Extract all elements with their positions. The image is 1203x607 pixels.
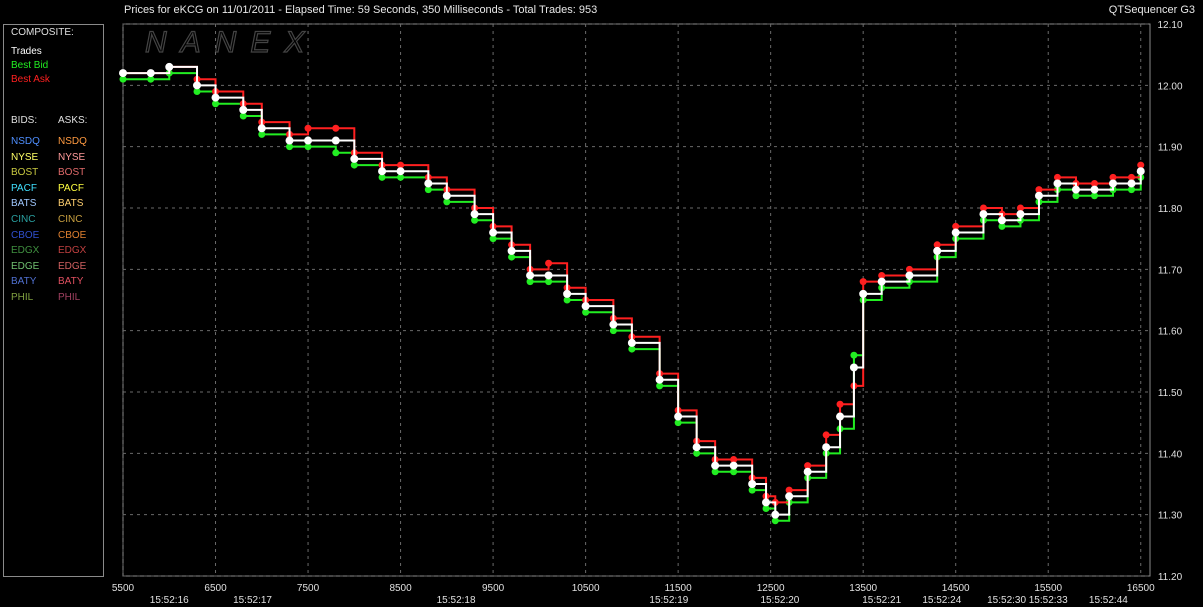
data-point (257, 124, 266, 133)
data-point (692, 443, 701, 452)
data-point (470, 210, 479, 219)
y-tick-label: 11.90 (1158, 143, 1183, 154)
x-tick-label: 11500 (665, 583, 693, 594)
data-point (331, 136, 340, 145)
data-point (1053, 179, 1062, 188)
price-chart: NANEX 11.20 11.30 11.40 11.50 11.60 11.70 11.8… (112, 20, 1183, 606)
data-point (803, 467, 812, 476)
data-point (350, 154, 359, 163)
time-label: 15:52:30 (987, 595, 1026, 606)
data-point (1127, 179, 1136, 188)
time-label: 15:52:20 (760, 595, 799, 606)
data-point (489, 228, 498, 237)
x-tick-label: 9500 (482, 583, 505, 594)
data-point (304, 136, 313, 145)
data-point (997, 216, 1006, 225)
y-tick-label: 11.70 (1158, 265, 1183, 276)
data-point (822, 431, 830, 439)
data-point (526, 271, 535, 280)
time-label: 15:52:21 (862, 595, 901, 606)
data-point (544, 271, 553, 280)
data-point (933, 246, 942, 255)
data-point (951, 228, 960, 237)
data-point (1071, 185, 1080, 194)
data-point (748, 480, 757, 488)
data-point (822, 443, 831, 452)
y-tick-label: 11.30 (1158, 511, 1183, 522)
data-point (285, 136, 294, 145)
data-point (165, 62, 174, 71)
data-point (836, 400, 844, 408)
x-axis: 5500 6500 7500 8500 9500 10500 11500 12500 13500… (112, 583, 1155, 594)
data-point (563, 289, 572, 298)
data-point (609, 320, 618, 329)
data-point (396, 167, 405, 176)
data-point (211, 93, 220, 102)
y-axis: 11.20 11.30 11.40 11.50 11.60 11.70 11.80 11.90… (1157, 20, 1182, 583)
x-tick-label: 15500 (1034, 583, 1062, 594)
data-point (674, 412, 683, 421)
data-point (1090, 185, 1099, 194)
time-label: 15:52:44 (1089, 595, 1128, 606)
data-point (729, 461, 738, 470)
data-point (193, 81, 202, 90)
data-point (1034, 191, 1043, 200)
data-point (1108, 179, 1117, 188)
y-tick-label: 12.00 (1157, 81, 1182, 92)
y-tick-label: 11.80 (1158, 204, 1183, 215)
data-point (581, 302, 590, 311)
data-point (627, 338, 636, 347)
data-point (850, 351, 858, 359)
data-point (711, 461, 720, 470)
plot-area (122, 23, 1151, 577)
time-axis: 15:52:16 15:52:17 15:52:18 15:52:19 15:52:20… (150, 595, 1128, 606)
data-point (378, 167, 387, 176)
data-point (1136, 167, 1145, 176)
y-tick-label: 11.50 (1158, 388, 1183, 399)
data-point (424, 179, 433, 188)
y-tick-label: 11.60 (1158, 327, 1183, 338)
x-tick-label: 10500 (572, 583, 600, 594)
data-point (859, 278, 867, 286)
time-label: 15:52:18 (437, 595, 476, 606)
data-point (146, 69, 155, 78)
time-label: 15:52:24 (922, 595, 961, 606)
data-point (304, 124, 312, 132)
time-label: 15:52:33 (1029, 595, 1068, 606)
x-tick-label: 7500 (297, 583, 320, 594)
x-tick-label: 16500 (1127, 583, 1155, 594)
time-label: 15:52:16 (150, 595, 189, 606)
data-point (859, 289, 868, 298)
y-tick-label: 11.40 (1158, 449, 1183, 460)
data-point (877, 277, 886, 286)
data-point (849, 363, 858, 372)
x-tick-label: 6500 (204, 583, 227, 594)
y-tick-label: 11.20 (1158, 572, 1183, 583)
data-point (785, 492, 794, 501)
time-label: 15:52:17 (233, 595, 272, 606)
data-point (1016, 210, 1025, 219)
data-point (332, 124, 340, 132)
data-point (507, 246, 516, 255)
data-point (545, 259, 553, 267)
watermark: NANEX (145, 26, 318, 59)
y-tick-label: 12.10 (1157, 20, 1182, 31)
data-point (979, 210, 988, 219)
data-point (332, 149, 340, 157)
x-tick-label: 13500 (849, 583, 877, 594)
x-tick-label: 5500 (112, 583, 135, 594)
x-tick-label: 8500 (389, 583, 412, 594)
data-point (771, 510, 780, 519)
x-tick-label: 12500 (757, 583, 785, 594)
data-point (836, 412, 845, 421)
data-point (119, 69, 127, 78)
data-point (905, 271, 914, 280)
data-point (239, 105, 248, 114)
data-point (655, 375, 664, 384)
data-point (762, 498, 771, 507)
data-point (442, 191, 451, 200)
x-tick-label: 14500 (942, 583, 970, 594)
time-label: 15:52:19 (649, 595, 688, 606)
